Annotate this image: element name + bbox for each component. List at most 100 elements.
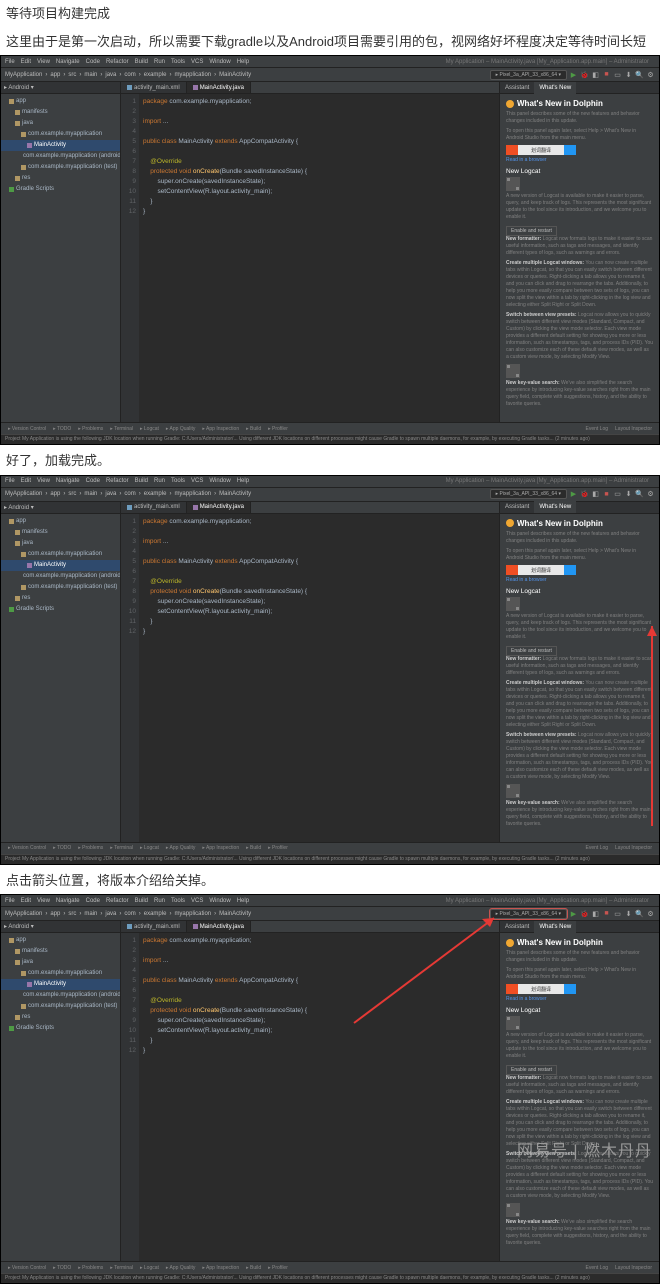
tool-window-tab[interactable]: ▸ App Quality: [163, 426, 198, 432]
tool-window-tab[interactable]: ▸ Logcat: [137, 426, 162, 432]
stop-icon[interactable]: ■: [602, 490, 611, 499]
tool-window-tab[interactable]: ▸ Build: [243, 1265, 264, 1271]
tool-window-tab[interactable]: ▸ App Inspection: [199, 1265, 242, 1271]
run-icon[interactable]: ▶: [569, 909, 578, 918]
tool-window-tab[interactable]: ▸ Build: [243, 426, 264, 432]
search-icon[interactable]: 🔍: [635, 909, 644, 918]
breadcrumb-seg[interactable]: com: [124, 911, 135, 917]
breadcrumb-seg[interactable]: java: [105, 911, 116, 917]
tree-node[interactable]: manifests: [1, 107, 120, 118]
read-browser-link[interactable]: Read in a browser: [506, 996, 653, 1003]
tree-node[interactable]: app: [1, 96, 120, 107]
menu-item[interactable]: Refactor: [106, 59, 129, 65]
tree-node[interactable]: com.example.myapplication: [1, 549, 120, 560]
menu-item[interactable]: View: [37, 59, 50, 65]
tool-window-tab[interactable]: Layout Inspector: [612, 1265, 655, 1271]
tree-node[interactable]: Gradle Scripts: [1, 1023, 120, 1034]
settings-icon[interactable]: ⚙: [646, 909, 655, 918]
code-area[interactable]: 123456789101112 package com.example.myap…: [121, 94, 499, 422]
tool-window-tab[interactable]: ▸ Logcat: [137, 845, 162, 851]
menu-item[interactable]: VCS: [191, 59, 203, 65]
tree-node[interactable]: Gradle Scripts: [1, 184, 120, 195]
panel-tab-whatsnew[interactable]: What's New: [534, 921, 576, 933]
menu-item[interactable]: Build: [135, 478, 148, 484]
tool-window-tab[interactable]: ▸ Problems: [75, 426, 106, 432]
menu-item[interactable]: Refactor: [106, 478, 129, 484]
tool-window-tab[interactable]: ▸ Version Control: [5, 1265, 49, 1271]
editor-tab[interactable]: MainActivity.java: [187, 502, 251, 513]
run-config-selector[interactable]: ▸ Pixel_3a_API_33_x86_64 ▾: [490, 70, 567, 80]
menu-item[interactable]: VCS: [191, 898, 203, 904]
breadcrumb-seg[interactable]: java: [105, 491, 116, 497]
tool-window-tab[interactable]: Event Log: [583, 426, 612, 432]
editor-tab[interactable]: activity_main.xml: [121, 82, 187, 93]
settings-icon[interactable]: ⚙: [646, 70, 655, 79]
settings-icon[interactable]: ⚙: [646, 490, 655, 499]
tool-window-tab[interactable]: Layout Inspector: [612, 845, 655, 851]
breadcrumb-seg[interactable]: example: [144, 72, 167, 78]
code-area[interactable]: 123456789101112 package com.example.myap…: [121, 933, 499, 1261]
tree-node[interactable]: app: [1, 935, 120, 946]
read-browser-link[interactable]: Read in a browser: [506, 577, 653, 584]
tree-node[interactable]: com.example.myapplication (androidTest): [1, 571, 120, 582]
menu-item[interactable]: File: [5, 478, 15, 484]
breadcrumb-seg[interactable]: app: [50, 911, 60, 917]
tool-window-tab[interactable]: ▸ Problems: [75, 1265, 106, 1271]
tool-window-tab[interactable]: ▸ App Quality: [163, 1265, 198, 1271]
debug-icon[interactable]: 🐞: [580, 490, 589, 499]
tool-window-tab[interactable]: ▸ TODO: [50, 426, 74, 432]
editor-tab[interactable]: MainActivity.java: [187, 921, 251, 932]
tool-window-tab[interactable]: ▸ App Inspection: [199, 426, 242, 432]
source[interactable]: package com.example.myapplication; impor…: [139, 514, 499, 842]
editor-tab[interactable]: activity_main.xml: [121, 502, 187, 513]
tree-node[interactable]: java: [1, 118, 120, 129]
breadcrumb-seg[interactable]: MyApplication: [5, 491, 42, 497]
menu-item[interactable]: Run: [154, 898, 165, 904]
tree-node[interactable]: MainActivity: [1, 560, 120, 571]
panel-tab-assistant[interactable]: Assistant: [500, 501, 534, 513]
sdk-icon[interactable]: ⬇: [624, 909, 633, 918]
menu-item[interactable]: Build: [135, 898, 148, 904]
enable-restart-button[interactable]: Enable and restart: [506, 226, 557, 236]
menu-item[interactable]: View: [37, 478, 50, 484]
menu-item[interactable]: Navigate: [56, 59, 80, 65]
run-config-selector[interactable]: ▸ Pixel_3a_API_33_x86_64 ▾: [490, 909, 567, 919]
tool-window-tab[interactable]: ▸ Terminal: [107, 845, 136, 851]
profiler-icon[interactable]: ◧: [591, 490, 600, 499]
menu-item[interactable]: Edit: [21, 478, 31, 484]
project-view-selector[interactable]: ▸ Android ▾: [1, 921, 120, 933]
source[interactable]: package com.example.myapplication; impor…: [139, 94, 499, 422]
menu-item[interactable]: Window: [209, 898, 230, 904]
tool-window-tab[interactable]: ▸ App Quality: [163, 845, 198, 851]
breadcrumb-seg[interactable]: MainActivity: [219, 72, 251, 78]
stop-icon[interactable]: ■: [602, 909, 611, 918]
breadcrumb-seg[interactable]: MainActivity: [219, 911, 251, 917]
menu-item[interactable]: Tools: [171, 59, 185, 65]
enable-restart-button[interactable]: Enable and restart: [506, 646, 557, 656]
tree-node[interactable]: com.example.myapplication: [1, 129, 120, 140]
tool-window-tab[interactable]: Event Log: [583, 1265, 612, 1271]
tree-node[interactable]: manifests: [1, 527, 120, 538]
breadcrumb-seg[interactable]: src: [68, 72, 76, 78]
tree-node[interactable]: res: [1, 593, 120, 604]
run-icon[interactable]: ▶: [569, 490, 578, 499]
menu-item[interactable]: Code: [86, 59, 100, 65]
menu-item[interactable]: View: [37, 898, 50, 904]
tool-window-tab[interactable]: ▸ App Inspection: [199, 845, 242, 851]
stop-icon[interactable]: ■: [602, 70, 611, 79]
menu-item[interactable]: Help: [237, 898, 249, 904]
enable-restart-button[interactable]: Enable and restart: [506, 1065, 557, 1075]
menu-item[interactable]: VCS: [191, 478, 203, 484]
menu-item[interactable]: Edit: [21, 898, 31, 904]
tree-node[interactable]: MainActivity: [1, 979, 120, 990]
tool-window-tab[interactable]: ▸ Terminal: [107, 426, 136, 432]
menu-item[interactable]: Tools: [171, 898, 185, 904]
tree-node[interactable]: com.example.myapplication (androidTest): [1, 990, 120, 1001]
breadcrumb-seg[interactable]: example: [144, 491, 167, 497]
menu-item[interactable]: File: [5, 898, 15, 904]
tree-node[interactable]: res: [1, 1012, 120, 1023]
breadcrumb-seg[interactable]: app: [50, 72, 60, 78]
panel-tab-whatsnew[interactable]: What's New: [534, 501, 576, 513]
breadcrumb-seg[interactable]: src: [68, 911, 76, 917]
breadcrumb-seg[interactable]: MyApplication: [5, 911, 42, 917]
